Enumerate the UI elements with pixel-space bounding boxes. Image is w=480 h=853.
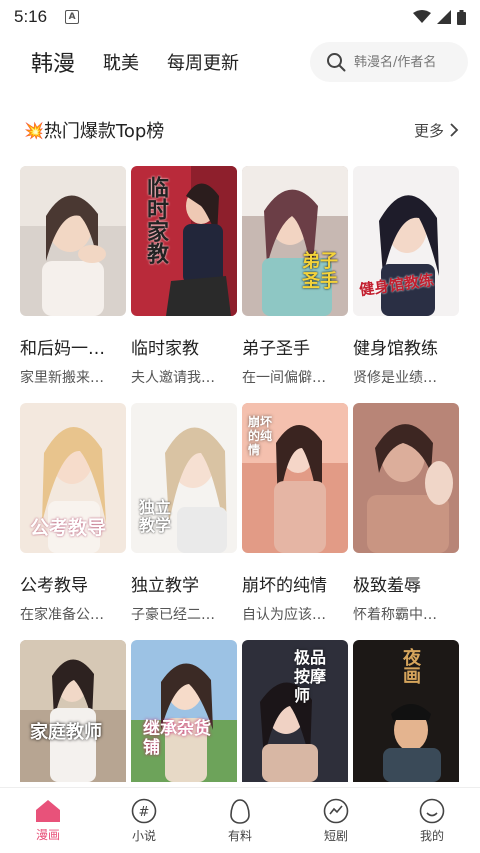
cover-title-text: 家庭教师 <box>30 722 102 743</box>
comic-grid: 和后妈一… 家里新搬来… 临时家教 临时家教 夫人邀请我… 弟子圣手 弟子圣手 … <box>0 166 480 782</box>
comic-desc: 家里新搬来… <box>20 370 104 386</box>
comic-card[interactable]: 弟子圣手 弟子圣手 在一间偏僻… <box>242 166 348 387</box>
tabbar-label: 小说 <box>131 828 156 843</box>
top-ranking-header: 💥 热门爆款Top榜 更多 <box>0 94 480 166</box>
comic-desc: 在一间偏僻… <box>242 370 326 386</box>
comic-title: 崩坏的纯情 <box>242 576 327 596</box>
comic-card[interactable]: 崩坏的纯情 崩坏的纯情 自认为应该… <box>242 403 348 624</box>
battery-icon <box>457 9 466 25</box>
comic-cover: 崩坏的纯情 <box>242 403 348 553</box>
comic-cover: 继承杂货铺 <box>131 640 237 782</box>
search-icon <box>327 53 346 72</box>
hash-icon: # <box>131 798 157 823</box>
tabbar-label: 短剧 <box>323 828 348 843</box>
notification-a-icon: A <box>65 10 80 24</box>
tabbar-label: 我的 <box>419 828 444 843</box>
tabbar-item-manga[interactable]: 漫画 <box>0 788 96 853</box>
comic-desc: 在家准备公… <box>20 607 104 623</box>
tabbar-item-novel[interactable]: # 小说 <box>96 788 192 853</box>
comic-desc: 自认为应该… <box>242 607 326 623</box>
cover-title-text: 临时家教 <box>143 176 168 264</box>
comic-cover: 健身馆教练 <box>353 166 459 316</box>
tabbar-item-feed[interactable]: 有料 <box>192 788 288 853</box>
status-time: 5:16 <box>14 7 48 26</box>
more-label: 更多 <box>413 121 444 140</box>
section-title: 💥 热门爆款Top榜 <box>24 117 164 143</box>
wifi-icon <box>413 10 431 23</box>
smile-icon <box>419 798 445 823</box>
bottom-tab-bar: 漫画 # 小说 有料 短剧 我的 <box>0 787 480 853</box>
cover-title-text: 弟子圣手 <box>302 251 338 292</box>
comic-card[interactable]: 和后妈一… 家里新搬来… <box>20 166 126 387</box>
more-button[interactable]: 更多 <box>414 120 460 141</box>
comic-title: 极致羞辱 <box>353 576 421 596</box>
egg-icon <box>230 798 250 824</box>
tabbar-label: 有料 <box>227 828 252 843</box>
tab-weekly-update[interactable]: 每周更新 <box>167 49 239 75</box>
comic-cover: 临时家教 <box>131 166 237 316</box>
comic-title: 弟子圣手 <box>242 339 310 359</box>
comic-cover <box>20 166 126 316</box>
tabbar-item-short-drama[interactable]: 短剧 <box>288 788 384 853</box>
comic-cover: 夜画 <box>353 640 459 782</box>
comic-desc: 怀着称霸中… <box>353 607 437 623</box>
comic-desc: 子豪已经二… <box>131 607 215 623</box>
comic-cover <box>353 403 459 553</box>
comic-cover: 家庭教师 <box>20 640 126 782</box>
tabbar-label: 漫画 <box>35 827 60 842</box>
cover-title-text: 独立教学 <box>139 498 172 535</box>
pulse-icon <box>323 798 349 823</box>
comic-card[interactable]: 临时家教 临时家教 夫人邀请我… <box>131 166 237 387</box>
comic-cover: 极品按摩师 <box>242 640 348 782</box>
comic-card[interactable]: 继承杂货铺 <box>131 640 237 782</box>
cover-title-text: 夜画 <box>400 648 421 684</box>
tab-bl[interactable]: 耽美 <box>103 49 139 75</box>
comic-desc: 贤修是业绩… <box>353 370 437 386</box>
comic-title: 公考教导 <box>20 576 88 596</box>
comic-cover: 独立教学 <box>131 403 237 553</box>
cover-title-text: 继承杂货铺 <box>143 719 211 758</box>
comic-desc: 夫人邀请我… <box>131 370 215 386</box>
comic-card[interactable]: 家庭教师 <box>20 640 126 782</box>
search-box[interactable] <box>310 42 468 82</box>
tab-korean-manga[interactable]: 韩漫 <box>31 46 75 78</box>
search-input[interactable] <box>354 54 458 70</box>
comic-card[interactable]: 夜画 <box>353 640 459 782</box>
comic-card[interactable]: 极品按摩师 <box>242 640 348 782</box>
comic-card[interactable]: 健身馆教练 健身馆教练 贤修是业绩… <box>353 166 459 387</box>
comic-cover: 弟子圣手 <box>242 166 348 316</box>
comic-title: 和后妈一… <box>20 339 105 359</box>
cover-title-text: 极品按摩师 <box>294 648 327 705</box>
tabbar-item-mine[interactable]: 我的 <box>384 788 480 853</box>
cover-title-text: 公考教导 <box>30 517 107 539</box>
comic-title: 独立教学 <box>131 576 199 596</box>
comic-card[interactable]: 公考教导 公考教导 在家准备公… <box>20 403 126 624</box>
cover-title-text: 崩坏的纯情 <box>248 415 273 457</box>
house-icon <box>36 799 60 822</box>
chevron-right-icon <box>450 123 459 137</box>
top-header: 韩漫 耽美 每周更新 <box>0 34 480 90</box>
comic-card[interactable]: 极致羞辱 怀着称霸中… <box>353 403 459 624</box>
section-title-text: 热门爆款Top榜 <box>43 121 165 142</box>
comic-cover: 公考教导 <box>20 403 126 553</box>
explosion-icon: 💥 <box>24 120 44 140</box>
svg-text:#: # <box>139 805 150 820</box>
comic-title: 临时家教 <box>131 339 199 359</box>
comic-title: 健身馆教练 <box>353 339 438 359</box>
status-bar: 5:16 A <box>0 0 480 34</box>
comic-card[interactable]: 独立教学 独立教学 子豪已经二… <box>131 403 237 624</box>
cellular-icon <box>437 10 451 24</box>
